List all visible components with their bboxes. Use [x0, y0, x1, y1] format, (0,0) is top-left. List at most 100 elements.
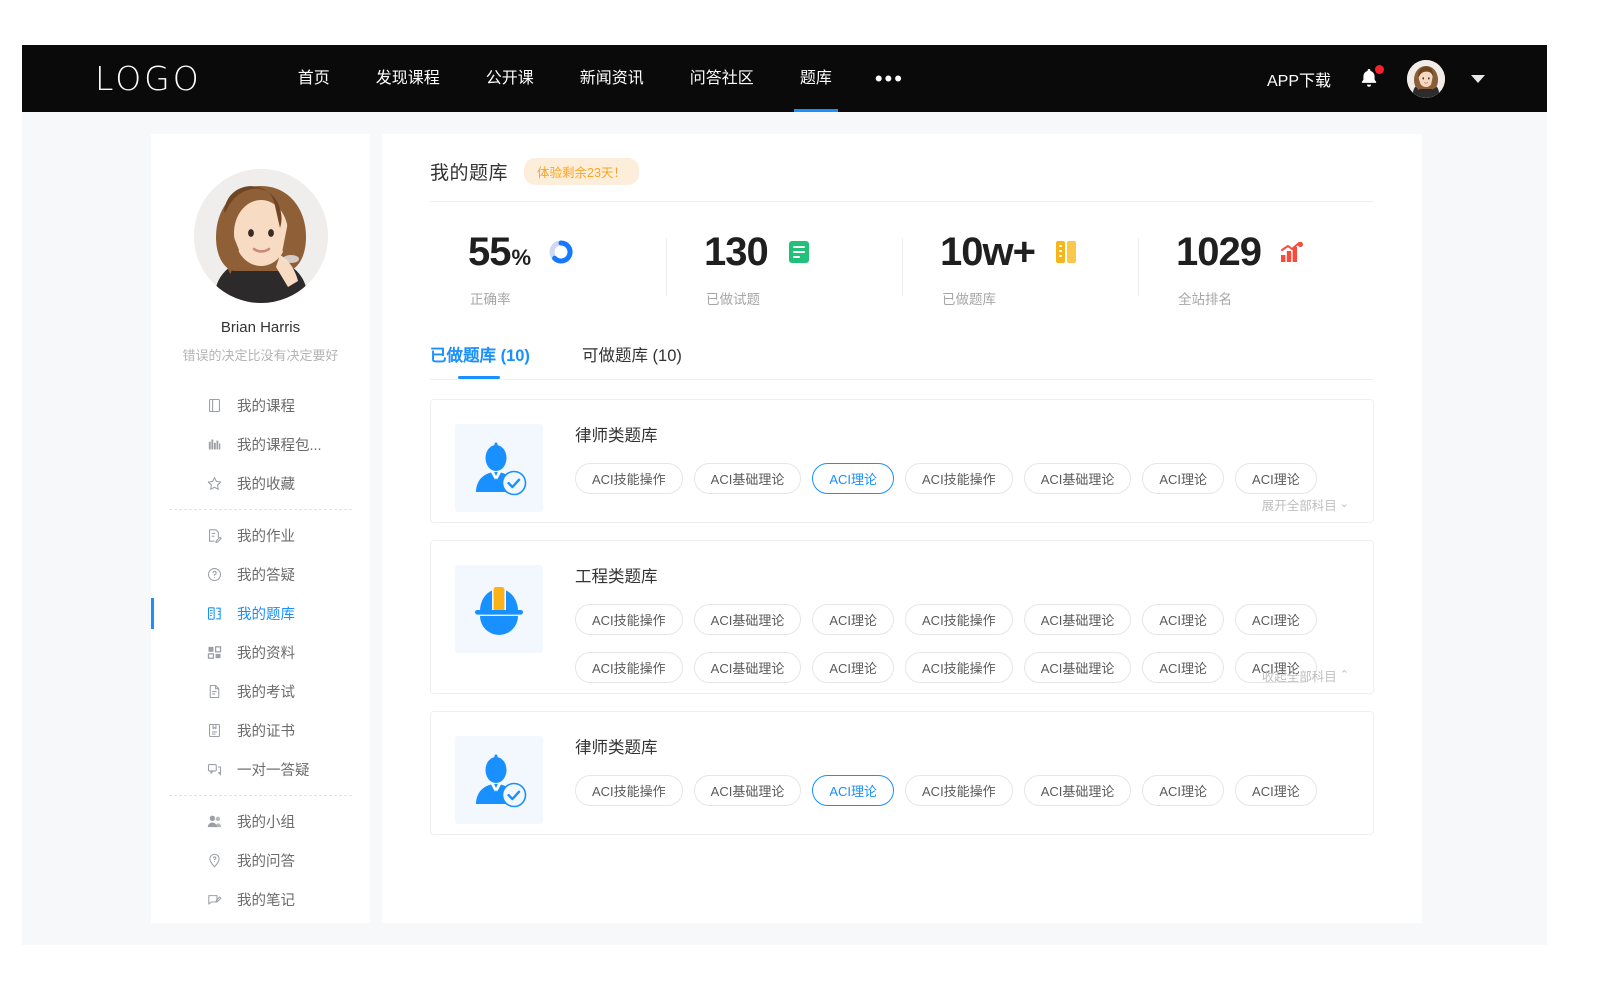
expand-subjects-link[interactable]: 展开全部科目⌄	[1262, 495, 1349, 514]
subject-tag[interactable]: ACI技能操作	[905, 463, 1013, 494]
user-avatar-large[interactable]	[194, 169, 328, 303]
star-icon	[206, 475, 223, 492]
subject-tag[interactable]: ACI理论	[812, 775, 894, 806]
subject-tag[interactable]: ACI基础理论	[694, 604, 802, 635]
materials-icon	[206, 644, 223, 661]
lawyer-icon	[467, 436, 531, 500]
sidebar-item-2[interactable]: 我的收藏	[151, 464, 370, 503]
notification-badge-dot	[1375, 65, 1384, 74]
stat-number: 55	[468, 230, 511, 274]
stat-label: 正确率	[430, 288, 666, 308]
subject-tag[interactable]: ACI理论	[1235, 463, 1317, 494]
subject-tag[interactable]: ACI基础理论	[1024, 775, 1132, 806]
sidebar-menu: 我的课程我的课程包...我的收藏我的作业我的答疑我的题库我的资料我的考试我的证书…	[151, 386, 370, 923]
subject-tag[interactable]: ACI基础理论	[1024, 652, 1132, 683]
question-bank-title: 律师类题库	[575, 422, 1349, 446]
subject-tag[interactable]: ACI技能操作	[905, 604, 1013, 635]
group-icon	[206, 813, 223, 830]
stat-card-3: 1029全站排名	[1138, 226, 1374, 308]
subject-tag-row: ACI技能操作ACI基础理论ACI理论ACI技能操作ACI基础理论ACI理论AC…	[575, 652, 1349, 683]
stat-label: 已做试题	[666, 288, 902, 308]
user-avatar-small[interactable]	[1407, 60, 1445, 98]
sidebar-item-7[interactable]: 我的考试	[151, 672, 370, 711]
subject-tag[interactable]: ACI理论	[1142, 775, 1224, 806]
question-bank-card[interactable]: 律师类题库ACI技能操作ACI基础理论ACI理论ACI技能操作ACI基础理论AC…	[430, 711, 1374, 835]
sidebar-item-11[interactable]: 我的问答	[151, 841, 370, 880]
subject-tag[interactable]: ACI理论	[812, 463, 894, 494]
sidebar-item-10[interactable]: 我的小组	[151, 802, 370, 841]
tab-1[interactable]: 可做题库 (10)	[582, 342, 682, 379]
one-to-one-icon	[206, 761, 223, 778]
question-bank-body: 律师类题库 ACI技能操作 ACI基础理论 ACI理论 ACI技能操作 ACI基础理论 AC…	[543, 420, 1349, 512]
tab-0[interactable]: 已做题库 (10)	[430, 342, 530, 379]
nav-link-1[interactable]: 发现课程	[353, 45, 463, 112]
stat-card-2: 10w+ 已做题库	[902, 226, 1138, 308]
nav-link-5[interactable]: 题库	[777, 45, 855, 112]
tabs-divider	[430, 379, 1374, 380]
avatar-image	[1407, 60, 1445, 98]
stat-label: 已做题库	[902, 288, 1138, 308]
nav-link-0[interactable]: 首页	[275, 45, 353, 112]
exam-icon	[206, 683, 223, 700]
subject-tag[interactable]: ACI理论	[1142, 463, 1224, 494]
subject-tag[interactable]: ACI理论	[1142, 604, 1224, 635]
subject-tag[interactable]: ACI基础理论	[1024, 604, 1132, 635]
subject-tag[interactable]: ACI理论	[1235, 604, 1317, 635]
nav-link-2[interactable]: 公开课	[463, 45, 557, 112]
donut-chart-icon	[548, 239, 574, 265]
subject-tag[interactable]: ACI基础理论	[694, 775, 802, 806]
question-bank-card[interactable]: 律师类题库 ACI技能操作 ACI基础理论 ACI理论 ACI技能操作 ACI基础理论 AC…	[430, 399, 1374, 523]
sidebar-item-1[interactable]: 我的课程包...	[151, 425, 370, 464]
notification-bell-button[interactable]	[1357, 66, 1381, 92]
nav-link-3[interactable]: 新闻资讯	[557, 45, 667, 112]
question-bank-card[interactable]: 工程类题库ACI技能操作ACI基础理论ACI理论ACI技能操作ACI基础理论AC…	[430, 540, 1374, 694]
page-title: 我的题库	[430, 158, 508, 185]
stat-card-0: 55%正确率	[430, 226, 666, 308]
stat-number: 10w+	[940, 230, 1035, 274]
subject-tag[interactable]: ACI理论	[1235, 775, 1317, 806]
sidebar-item-label: 我的笔记	[237, 889, 295, 910]
question-bank-icon	[206, 605, 223, 622]
stat-number: 130	[704, 230, 768, 274]
sidebar-item-8[interactable]: 我的证书	[151, 711, 370, 750]
expand-subjects-label: 展开全部科目	[1262, 495, 1337, 514]
book-icon	[206, 397, 223, 414]
question-bank-title: 律师类题库	[575, 734, 1349, 758]
nav-link-4[interactable]: 问答社区	[667, 45, 777, 112]
question-bank-icon	[206, 605, 223, 622]
sidebar-item-0[interactable]: 我的课程	[151, 386, 370, 425]
sidebar-item-9[interactable]: 一对一答疑	[151, 750, 370, 789]
subject-tag[interactable]: ACI技能操作	[575, 463, 683, 494]
sidebar-item-label: 我的资料	[237, 642, 295, 663]
homework-icon	[206, 527, 223, 544]
expand-subjects-label: 收起全部科目	[1262, 666, 1337, 685]
sidebar-item-6[interactable]: 我的资料	[151, 633, 370, 672]
subject-tag[interactable]: ACI理论	[1142, 652, 1224, 683]
question-bank-card-list: 律师类题库ACI技能操作ACI基础理论ACI理论ACI技能操作ACI基础理论AC…	[430, 399, 1374, 835]
subject-tag[interactable]: ACI技能操作	[575, 604, 683, 635]
sidebar-item-4[interactable]: 我的答疑	[151, 555, 370, 594]
subject-tag-row: ACI技能操作 ACI基础理论 ACI理论 ACI技能操作 ACI基础理论 ACI理论 AC…	[575, 775, 1349, 806]
expand-subjects-link[interactable]: 收起全部科目⌃	[1262, 666, 1349, 685]
subject-tag[interactable]: ACI基础理论	[694, 463, 802, 494]
subject-tag[interactable]: ACI技能操作	[575, 775, 683, 806]
subject-tag[interactable]: ACI技能操作	[905, 652, 1013, 683]
sidebar-item-3[interactable]: 我的作业	[151, 516, 370, 555]
app-download-link[interactable]: APP下载	[1267, 67, 1331, 91]
subject-tag[interactable]: ACI基础理论	[1024, 463, 1132, 494]
subject-tag[interactable]: ACI技能操作	[905, 775, 1013, 806]
group-icon	[206, 813, 223, 830]
question-bank-body: 律师类题库ACI技能操作ACI基础理论ACI理论ACI技能操作ACI基础理论AC…	[543, 732, 1349, 824]
sidebar-item-label: 我的题库	[237, 603, 295, 624]
subject-tag[interactable]: ACI理论	[812, 604, 894, 635]
sidebar-item-12[interactable]: 我的笔记	[151, 880, 370, 919]
certificate-icon	[206, 722, 223, 739]
subject-tag[interactable]: ACI理论	[812, 652, 894, 683]
subject-tag[interactable]: ACI技能操作	[575, 652, 683, 683]
site-logo[interactable]: LOGO	[95, 59, 202, 98]
subject-tag[interactable]: ACI基础理论	[694, 652, 802, 683]
user-menu-chevron-down-icon[interactable]	[1471, 75, 1485, 83]
nav-more-icon[interactable]: •••	[855, 59, 924, 99]
sidebar-item-5[interactable]: 我的题库	[151, 594, 370, 633]
note-icon	[206, 891, 223, 908]
